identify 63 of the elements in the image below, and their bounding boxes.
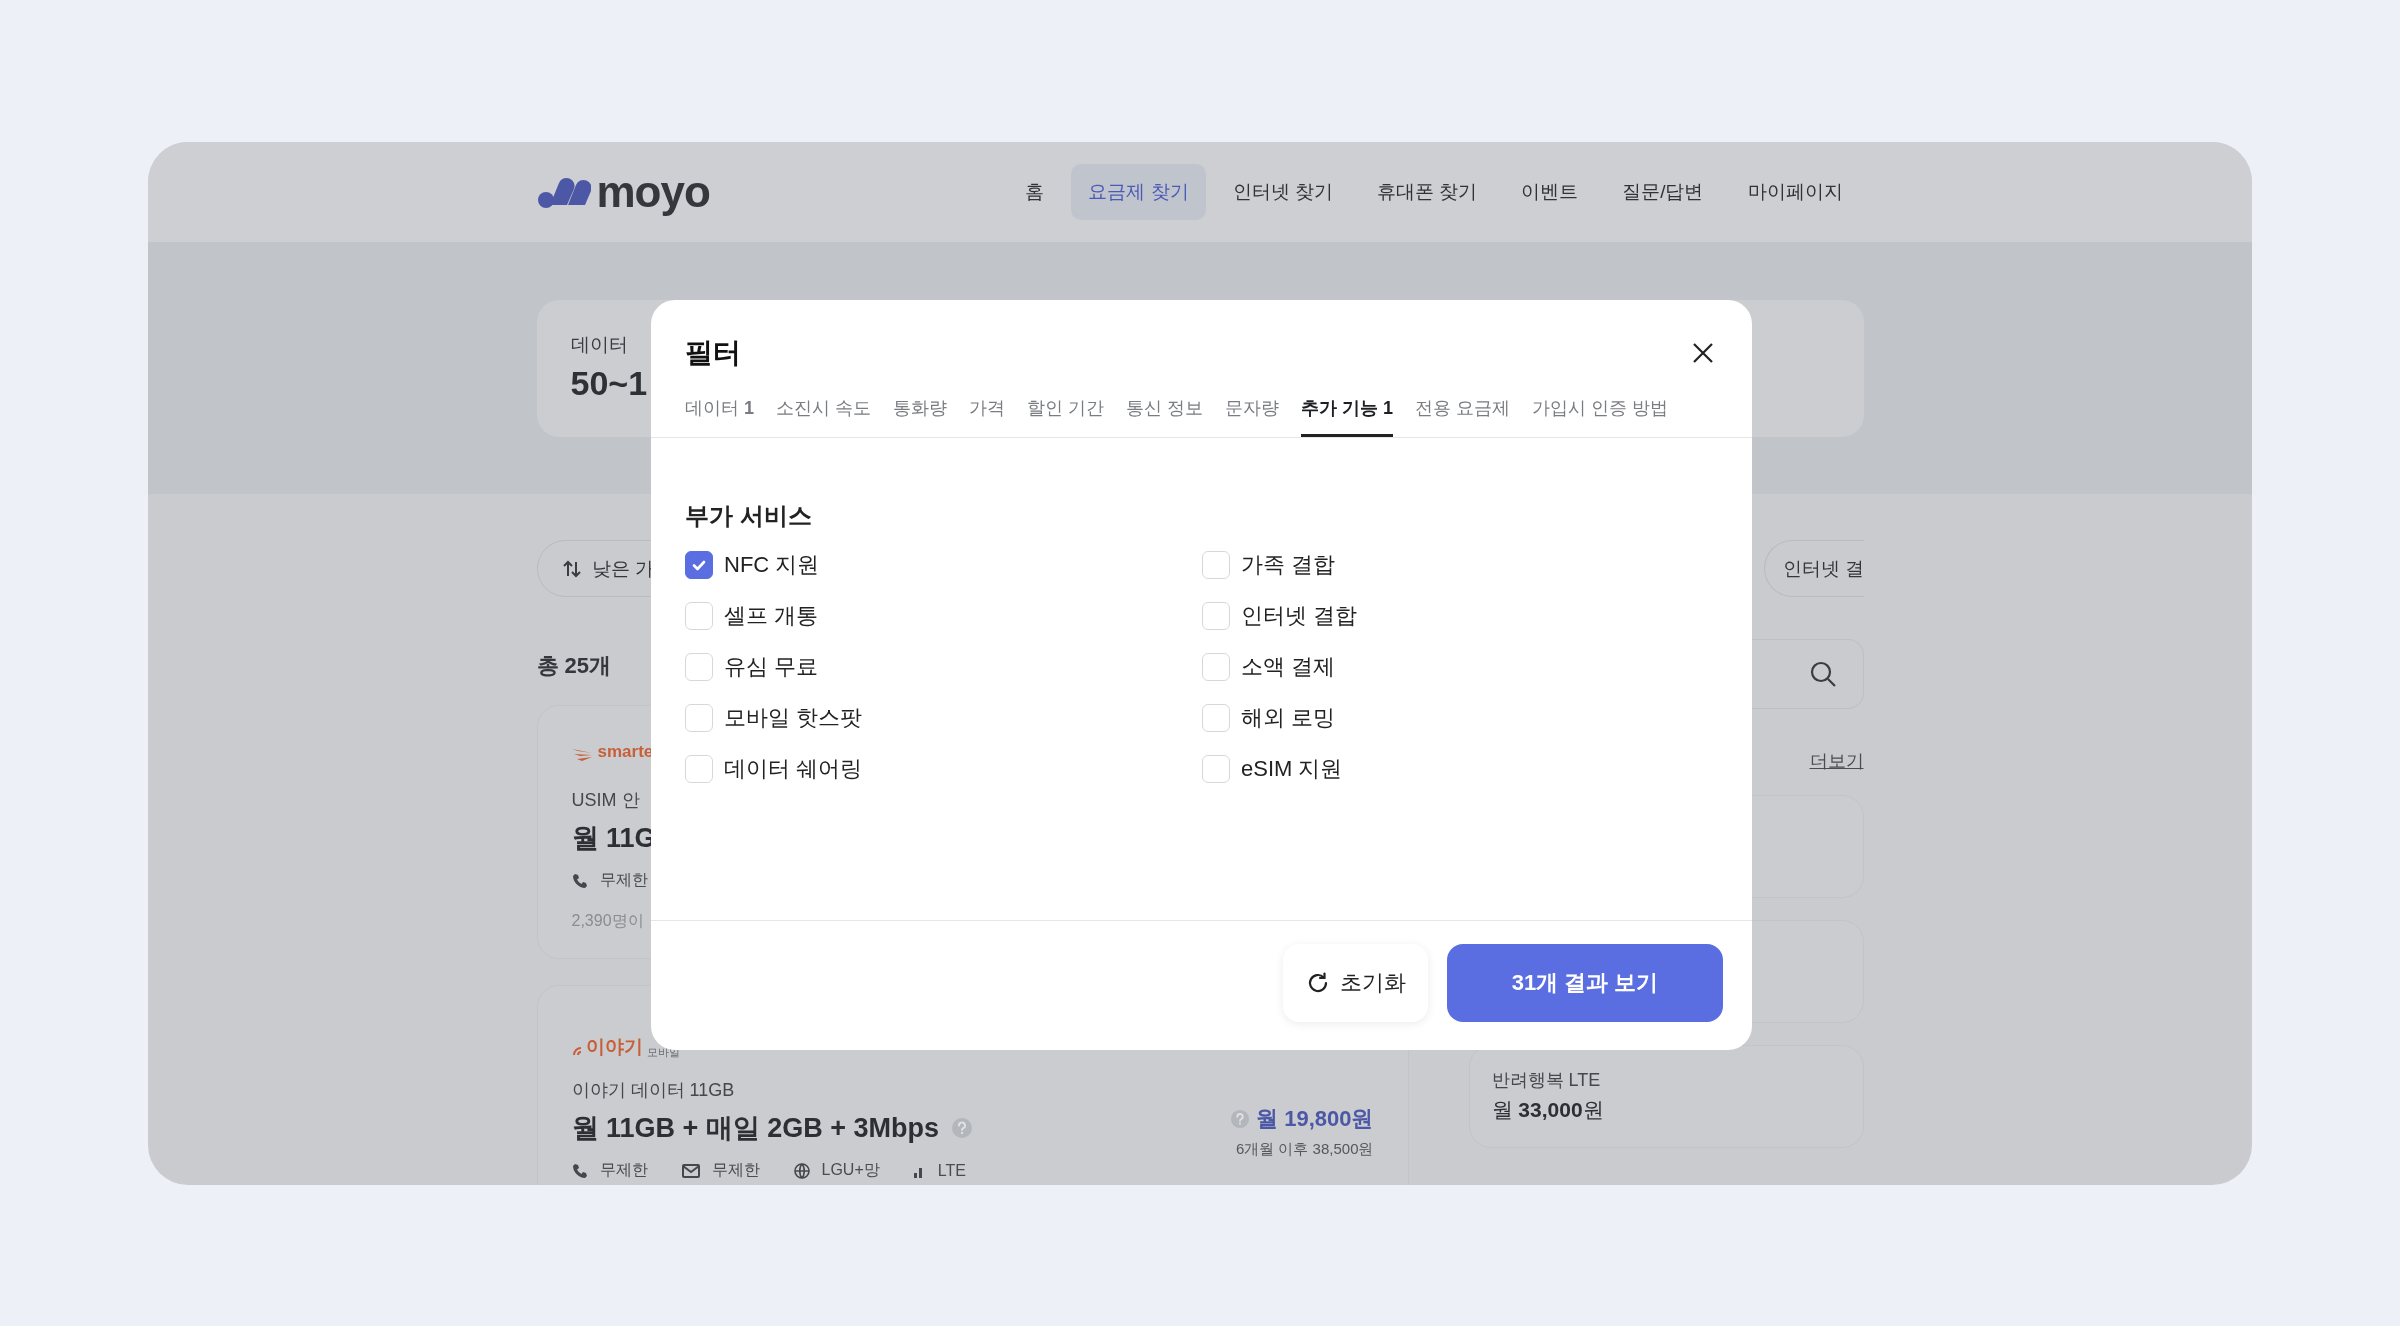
close-icon xyxy=(1692,342,1714,364)
plan-title: 월 11GB + 매일 2GB + 3Mbps xyxy=(571,1112,940,1145)
search-icon xyxy=(1808,660,1837,688)
globe-icon xyxy=(793,1162,810,1179)
logo-icon xyxy=(536,175,591,209)
filter-tab[interactable]: 가입시 인증 방법 xyxy=(1532,388,1669,437)
sort-arrows-icon xyxy=(561,558,582,579)
nav-link[interactable]: 질문/답변 xyxy=(1605,164,1721,220)
logo-text: moyo xyxy=(596,167,710,217)
option-label[interactable]: 가족 결합 xyxy=(1241,550,1336,580)
data-label: 데이터 xyxy=(570,333,628,357)
plan-price: 월 33,000원 xyxy=(1491,1097,1605,1123)
section-title: 부가 서비스 xyxy=(685,501,813,531)
filter-tab[interactable]: 추가 기능 1 xyxy=(1301,388,1394,437)
plan-price: 월 19,800원 xyxy=(1256,1105,1374,1133)
nav-link[interactable]: 인터넷 찾기 xyxy=(1215,164,1350,220)
nav-link[interactable]: 마이페이지 xyxy=(1730,164,1860,220)
option-label[interactable]: 소액 결제 xyxy=(1241,652,1336,682)
plan-name: 이야기 데이터 11GB xyxy=(571,1079,735,1102)
nav-link[interactable]: 홈 xyxy=(1008,164,1062,220)
nav-link[interactable]: 이벤트 xyxy=(1504,164,1596,220)
filter-tab[interactable]: 가격 xyxy=(969,388,1006,437)
spec-text: 무제한 xyxy=(599,870,648,890)
phone-icon xyxy=(571,872,588,889)
provider-logo-text: smarte xyxy=(597,742,654,762)
filter-tab[interactable]: 통화량 xyxy=(893,388,948,437)
option-label[interactable]: 유심 무료 xyxy=(724,652,819,682)
phone-icon xyxy=(571,1162,588,1179)
help-icon[interactable] xyxy=(1230,1109,1251,1129)
reset-button[interactable]: 초기화 xyxy=(1283,944,1428,1022)
spec-text: LTE xyxy=(937,1161,966,1180)
swoosh-logo-icon xyxy=(571,748,594,762)
option-label[interactable]: 모바일 핫스팟 xyxy=(724,703,863,733)
spec-text: 무제한 xyxy=(711,1160,760,1180)
option-label[interactable]: 셀프 개통 xyxy=(724,601,819,631)
more-link[interactable]: 더보기 xyxy=(1809,749,1864,773)
show-results-button[interactable]: 31개 결과 보기 xyxy=(1447,944,1723,1022)
nav-link[interactable]: 휴대폰 찾기 xyxy=(1359,164,1495,220)
signup-count: 2,390명이 xyxy=(571,911,645,931)
option-label[interactable]: 인터넷 결합 xyxy=(1241,601,1358,631)
filter-tab[interactable]: 전용 요금제 xyxy=(1415,388,1511,437)
provider-logo-text: 이야기 xyxy=(585,1035,643,1059)
data-value: 50~1 xyxy=(570,364,648,403)
option-label[interactable]: eSIM 지원 xyxy=(1241,754,1343,784)
option-label[interactable]: NFC 지원 xyxy=(724,550,820,580)
result-count: 총 25개 xyxy=(536,652,612,680)
filter-tab[interactable]: 소진시 속도 xyxy=(776,388,872,437)
option-label[interactable]: 데이터 쉐어링 xyxy=(724,754,863,784)
price-note: 6개월 이후 38,500원 xyxy=(1234,1140,1374,1159)
filter-tab[interactable]: 데이터 1 xyxy=(685,388,755,437)
filter-tab[interactable]: 할인 기간 xyxy=(1027,388,1105,437)
filter-tab[interactable]: 문자량 xyxy=(1225,388,1280,437)
plan-card[interactable]: 반려행복 LTE 월 33,000원 xyxy=(1468,1045,1864,1148)
dialog-title: 필터 xyxy=(685,336,741,370)
plan-name: USIM 안 xyxy=(571,789,640,812)
envelope-icon xyxy=(681,1163,700,1178)
help-icon[interactable] xyxy=(951,1117,974,1139)
option-label[interactable]: 해외 로밍 xyxy=(1241,703,1336,733)
checkbox[interactable] xyxy=(685,551,713,579)
filter-tab[interactable]: 통신 정보 xyxy=(1126,388,1204,437)
spec-text: 무제한 xyxy=(599,1160,648,1180)
spec-text: LGU+망 xyxy=(821,1160,880,1180)
plan-name: 반려행복 LTE xyxy=(1491,1069,1602,1092)
